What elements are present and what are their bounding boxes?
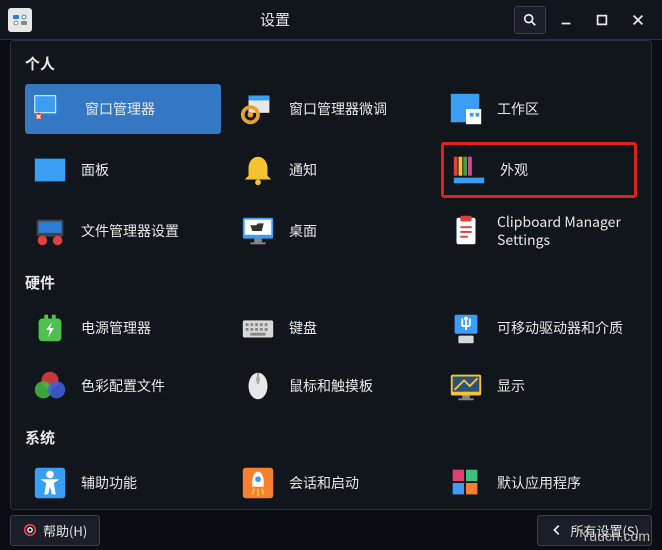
display-icon [445, 365, 487, 407]
panel-icon [29, 149, 71, 191]
help-icon [23, 523, 37, 537]
workspaces-icon [445, 88, 487, 130]
item-label: Clipboard Manager Settings [497, 213, 633, 249]
item-mouse-touchpad[interactable]: 鼠标和触摸板 [233, 361, 429, 411]
section-personal-grid: 窗口管理器 窗口管理器微调 工作区 面板 通知 [25, 84, 637, 256]
accessibility-icon [29, 462, 71, 504]
item-power-manager[interactable]: 电源管理器 [25, 303, 221, 353]
search-button[interactable] [514, 6, 546, 34]
item-keyboard[interactable]: 键盘 [233, 303, 429, 353]
section-system-title: 系统 [25, 427, 637, 448]
item-desktop[interactable]: 桌面 [233, 206, 429, 256]
item-label: 桌面 [289, 222, 317, 240]
item-label: 会话和启动 [289, 474, 359, 492]
item-label: 窗口管理器微调 [289, 100, 387, 118]
item-label: 文件管理器设置 [81, 222, 179, 240]
item-label: 键盘 [289, 319, 317, 337]
clipboard-icon [445, 210, 487, 252]
help-button[interactable]: 帮助(H) [10, 515, 100, 546]
color-icon [29, 365, 71, 407]
item-label: 窗口管理器 [81, 98, 159, 120]
item-label: 通知 [289, 161, 317, 179]
item-workspaces[interactable]: 工作区 [441, 84, 637, 134]
item-accessibility[interactable]: 辅助功能 [25, 458, 221, 508]
window-title: 设置 [40, 9, 510, 30]
app-icon [8, 8, 32, 32]
apps-grid-icon [445, 462, 487, 504]
item-label: 面板 [81, 161, 109, 179]
item-label: 色彩配置文件 [81, 377, 165, 395]
windows-icon [29, 88, 71, 130]
usb-icon [445, 307, 487, 349]
keyboard-icon [237, 307, 279, 349]
item-default-applications[interactable]: 默认应用程序 [441, 458, 637, 508]
windows-gear-icon [237, 88, 279, 130]
bottombar: 帮助(H) 所有设置(S) [10, 514, 652, 546]
item-window-manager[interactable]: 窗口管理器 [25, 84, 221, 134]
item-display[interactable]: 显示 [441, 361, 637, 411]
item-window-manager-tweak[interactable]: 窗口管理器微调 [233, 84, 429, 134]
item-panel[interactable]: 面板 [25, 142, 221, 198]
item-label: 显示 [497, 377, 525, 395]
close-button[interactable] [622, 6, 654, 34]
mouse-icon [237, 365, 279, 407]
item-removable-drives[interactable]: 可移动驱动器和介质 [441, 303, 637, 353]
back-arrow-icon [550, 523, 564, 537]
watermark: Yuucn.com [581, 528, 650, 544]
appearance-icon [448, 149, 490, 191]
bell-icon [237, 149, 279, 191]
item-notifications[interactable]: 通知 [233, 142, 429, 198]
maximize-button[interactable] [586, 6, 618, 34]
help-label: 帮助(H) [43, 521, 87, 540]
item-file-manager-settings[interactable]: 文件管理器设置 [25, 206, 221, 256]
battery-icon [29, 307, 71, 349]
section-hardware-grid: 电源管理器 键盘 可移动驱动器和介质 色彩配置文件 鼠标和触摸板 [25, 303, 637, 411]
titlebar: 设置 [0, 0, 662, 40]
item-session-startup[interactable]: 会话和启动 [233, 458, 429, 508]
item-appearance[interactable]: 外观 [441, 142, 637, 198]
file-manager-icon [29, 210, 71, 252]
item-label: 外观 [500, 161, 528, 179]
item-label: 辅助功能 [81, 474, 137, 492]
item-label: 工作区 [497, 100, 539, 118]
item-clipboard-manager[interactable]: Clipboard Manager Settings [441, 206, 637, 256]
rocket-icon [237, 462, 279, 504]
section-system-grid: 辅助功能 会话和启动 默认应用程序 LightDM 桌面管理器（GTK+ 界面） [25, 458, 637, 510]
item-color-profiles[interactable]: 色彩配置文件 [25, 361, 221, 411]
settings-content: 个人 窗口管理器 窗口管理器微调 工作区 面板 [10, 40, 652, 510]
item-label: 鼠标和触摸板 [289, 377, 373, 395]
item-label: 可移动驱动器和介质 [497, 319, 623, 337]
section-personal-title: 个人 [25, 53, 637, 74]
section-hardware-title: 硬件 [25, 272, 637, 293]
item-label: 默认应用程序 [497, 474, 581, 492]
item-label: 电源管理器 [81, 319, 151, 337]
desktop-icon [237, 210, 279, 252]
minimize-button[interactable] [550, 6, 582, 34]
